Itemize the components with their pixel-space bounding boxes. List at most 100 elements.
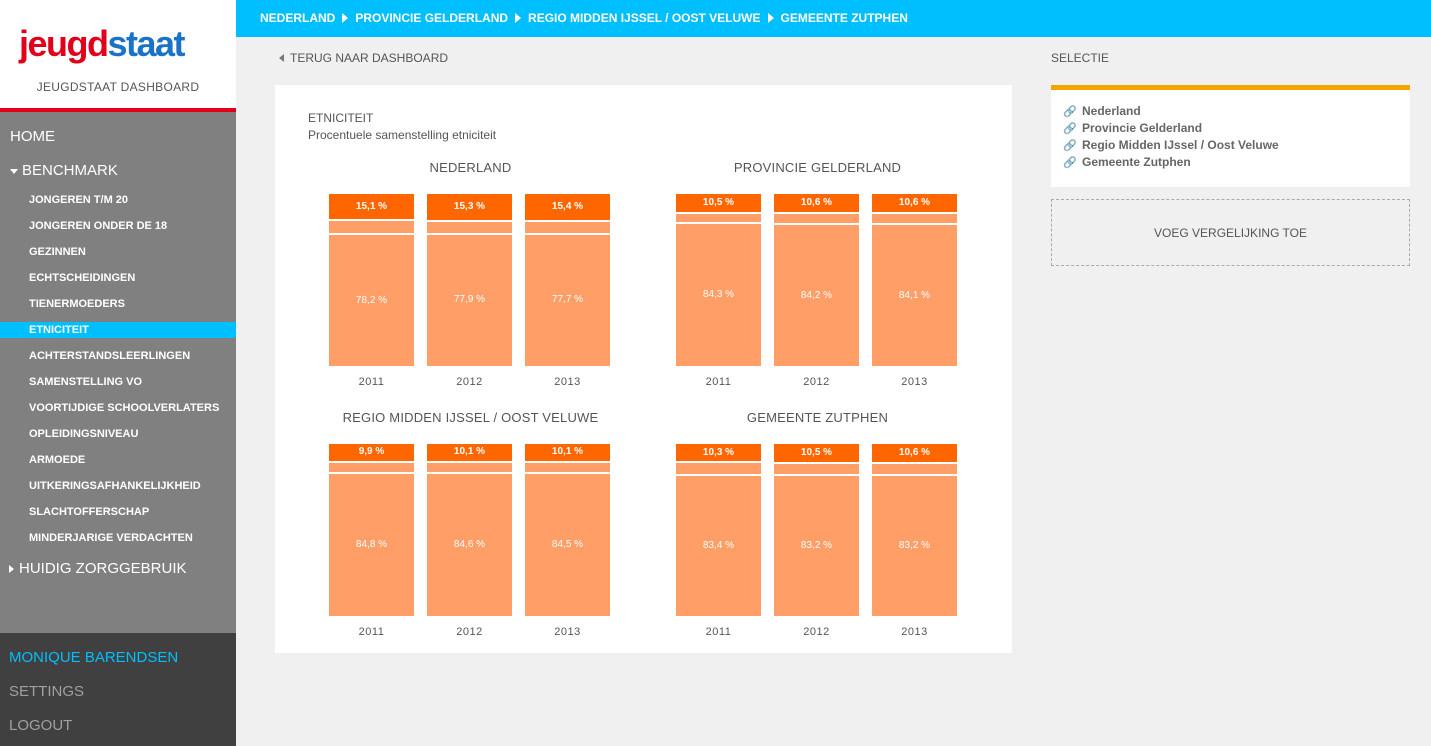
user-name[interactable]: MONIQUE BARENDSEN <box>9 649 178 666</box>
bar-segment-bottom: 84,8 % <box>329 473 414 616</box>
bar-segment-middle <box>774 463 859 475</box>
chart-title: REGIO MIDDEN IJSSEL / OOST VELUWE <box>342 410 599 425</box>
chevron-right-icon <box>342 13 349 23</box>
bar-segment-bottom: 84,1 % <box>872 224 957 366</box>
sidebar-item-echtscheidingen[interactable]: ECHTSCHEIDINGEN <box>0 270 236 286</box>
bar-segment-middle <box>427 462 512 472</box>
bar-segment-middle <box>774 213 859 223</box>
sidebar-item-etniciteit[interactable]: ETNICITEIT <box>0 322 236 338</box>
bar-segment-bottom: 84,2 % <box>774 224 859 366</box>
sidebar-item-uitkeringsafhankelijkheid[interactable]: UITKERINGSAFHANKELIJKHEID <box>0 478 236 494</box>
bar-segment-bottom: 83,2 % <box>774 476 859 616</box>
breadcrumb: NEDERLAND PROVINCIE GELDERLAND REGIO MIDDE… <box>260 11 908 25</box>
selection-label: SELECTIE <box>1051 51 1110 65</box>
back-link-label: TERUG NAAR DASHBOARD <box>290 51 449 65</box>
sidebar-item-opleidingsniveau[interactable]: OPLEIDINGSNIVEAU <box>0 426 236 442</box>
bar-segment-bottom: 83,2 % <box>872 476 957 616</box>
sidebar-item-minderjarige-verdachten[interactable]: MINDERJARIGE VERDACHTEN <box>0 530 236 546</box>
chevron-right-icon <box>9 565 14 574</box>
selection-item[interactable]: 🔗 Provincie Gelderland <box>1063 121 1202 135</box>
x-tick-label: 2013 <box>554 376 581 388</box>
bar-segment-middle <box>872 463 957 475</box>
bar-segment-top: 10,6 % <box>872 194 957 212</box>
link-icon: 🔗 <box>1063 140 1077 152</box>
sidebar-item-armoede[interactable]: ARMOEDE <box>0 452 236 468</box>
panel-title: ETNICITEIT <box>308 111 374 125</box>
x-tick-label: 2011 <box>358 626 385 638</box>
link-icon: 🔗 <box>1063 106 1077 118</box>
nav-home[interactable]: HOME <box>10 128 55 145</box>
link-icon: 🔗 <box>1063 123 1077 135</box>
x-tick-label: 2012 <box>803 376 830 388</box>
chart-panel: ETNICITEIT Procentuele samenstelling etn… <box>275 85 1012 653</box>
selection-item[interactable]: 🔗 Nederland <box>1063 104 1141 118</box>
bar-segment-top: 10,5 % <box>676 194 761 212</box>
bar-segment-bottom: 78,2 % <box>329 234 414 366</box>
logo-part-1: jeugd <box>19 23 109 64</box>
bar-segment-bottom: 77,9 % <box>427 235 512 366</box>
nav-huidig-label: HUIDIG ZORGGEBRUIK <box>19 560 187 577</box>
selection-list: 🔗 Nederland 🔗 Provincie Gelderland 🔗 Regio … <box>1051 85 1410 187</box>
sidebar-item-jongeren-t-m-20[interactable]: JONGEREN T/M 20 <box>0 192 236 208</box>
chevron-right-icon <box>767 13 774 23</box>
breadcrumb-item-regio[interactable]: REGIO MIDDEN IJSSEL / OOST VELUWE <box>528 11 760 25</box>
sidebar-item-samenstelling-vo[interactable]: SAMENSTELLING VO <box>0 374 236 390</box>
add-comparison-label: VOEG VERGELIJKING TOE <box>1154 225 1307 240</box>
bar-segment-bottom: 84,3 % <box>676 224 761 366</box>
nav-benchmark[interactable]: BENCHMARK <box>10 162 118 179</box>
x-tick-label: 2011 <box>705 626 732 638</box>
bar-segment-middle <box>329 221 414 233</box>
bar-segment-middle <box>676 463 761 474</box>
bar-segment-middle <box>676 213 761 223</box>
nav-home-label: HOME <box>10 128 55 145</box>
breadcrumb-item-gelderland[interactable]: PROVINCIE GELDERLAND <box>355 11 508 25</box>
breadcrumb-bar: NEDERLAND PROVINCIE GELDERLAND REGIO MIDDE… <box>236 0 1431 37</box>
add-comparison-button[interactable]: VOEG VERGELIJKING TOE <box>1051 199 1410 266</box>
bar-segment-top: 10,1 % <box>525 444 610 461</box>
sidebar-item-achterstandsleerlingen[interactable]: ACHTERSTANDSLEERLINGEN <box>0 348 236 364</box>
bar-segment-middle <box>525 462 610 473</box>
bar-segment-top: 15,4 % <box>525 194 610 220</box>
bar-segment-top: 15,1 % <box>329 194 414 220</box>
logo-divider <box>0 108 236 112</box>
bar-segment-middle <box>525 221 610 234</box>
selection-item[interactable]: 🔗 Regio Midden IJssel / Oost Veluwe <box>1063 138 1279 152</box>
breadcrumb-item-zutphen[interactable]: GEMEENTE ZUTPHEN <box>781 11 908 25</box>
sidebar-item-jongeren-onder-de-18[interactable]: JONGEREN ONDER DE 18 <box>0 218 236 234</box>
bar-segment-bottom: 84,5 % <box>525 474 610 616</box>
chart-title: GEMEENTE ZUTPHEN <box>746 410 889 425</box>
nav-huidig-zorggebruik[interactable]: HUIDIG ZORGGEBRUIK <box>9 560 187 577</box>
chevron-left-icon <box>279 54 284 62</box>
bar-segment-top: 15,3 % <box>427 194 512 220</box>
selection-item-label: Nederland <box>1082 104 1141 118</box>
sidebar-item-slachtofferschap[interactable]: SLACHTOFFERSCHAP <box>0 504 236 520</box>
selection-item[interactable]: 🔗 Gemeente Zutphen <box>1063 155 1191 169</box>
user-menu: MONIQUE BARENDSEN SETTINGS LOGOUT <box>0 633 236 746</box>
x-tick-label: 2013 <box>901 626 928 638</box>
sidebar: jeugdstaat JEUGDSTAAT DASHBOARD HOME BEN… <box>0 0 236 746</box>
logo-area: jeugdstaat JEUGDSTAAT DASHBOARD <box>0 0 236 108</box>
bar-segment-bottom: 83,4 % <box>676 475 761 616</box>
settings-link[interactable]: SETTINGS <box>9 683 84 700</box>
chart-title: NEDERLAND <box>429 160 512 175</box>
sidebar-item-voortijdige-schoolverlaters[interactable]: VOORTIJDIGE SCHOOLVERLATERS <box>0 400 236 416</box>
selection-item-label: Gemeente Zutphen <box>1082 155 1191 169</box>
sidebar-item-tienermoeders[interactable]: TIENERMOEDERS <box>0 296 236 312</box>
bar-segment-bottom: 77,7 % <box>525 235 610 366</box>
logo-part-2: staat <box>107 23 186 64</box>
selection-item-label: Provincie Gelderland <box>1082 121 1203 135</box>
bar-segment-top: 10,3 % <box>676 444 761 462</box>
logo[interactable]: jeugdstaat <box>19 23 186 64</box>
bar-segment-top: 9,9 % <box>329 444 414 461</box>
x-tick-label: 2013 <box>901 376 928 388</box>
back-to-dashboard-link[interactable]: TERUG NAAR DASHBOARD <box>279 51 448 65</box>
chevron-right-icon <box>515 13 522 23</box>
logout-link[interactable]: LOGOUT <box>9 717 72 734</box>
dashboard-title: JEUGDSTAAT DASHBOARD <box>36 80 200 94</box>
sidebar-item-gezinnen[interactable]: GEZINNEN <box>0 244 236 260</box>
nav-benchmark-label: BENCHMARK <box>22 162 118 179</box>
x-tick-label: 2012 <box>456 376 483 388</box>
breadcrumb-item-nederland[interactable]: NEDERLAND <box>260 11 335 25</box>
bar-segment-middle <box>872 213 957 223</box>
bar-segment-middle <box>329 462 414 472</box>
